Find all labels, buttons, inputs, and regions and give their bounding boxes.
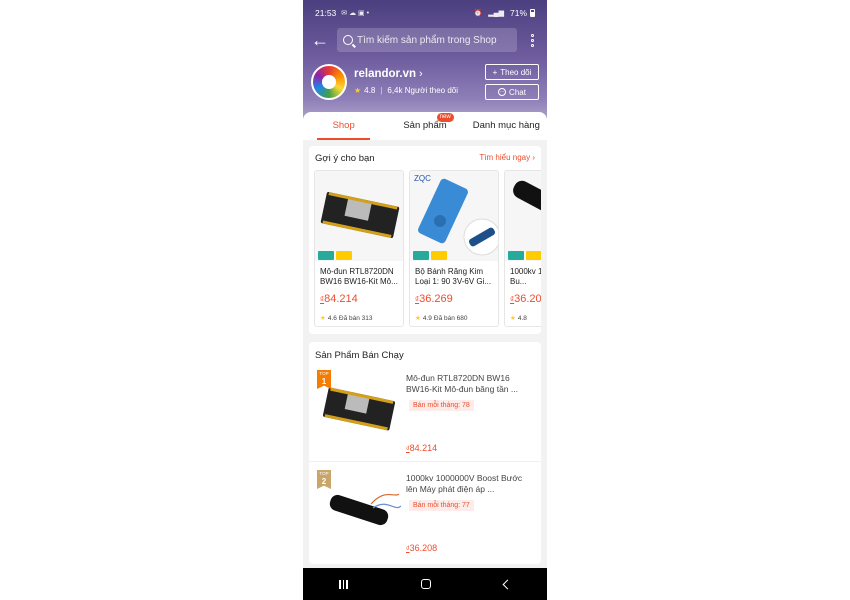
- search-row: ← Tìm kiếm sản phẩm trong Shop: [311, 28, 539, 52]
- product-image: ZQC: [410, 171, 498, 261]
- svg-text:ZQC: ZQC: [414, 174, 431, 183]
- star-icon: ★: [320, 315, 326, 322]
- product-card[interactable]: ZQC Bộ Bánh Răng Kim Loại 1: 90 3V-6V Gi…: [409, 170, 499, 327]
- follow-label: Theo dõi: [500, 67, 532, 77]
- battery-icon: [530, 9, 535, 17]
- status-time: 21:53: [315, 8, 337, 18]
- new-badge: new: [436, 113, 454, 122]
- plus-icon: +: [492, 67, 498, 77]
- shop-info: relandor.vn › ★ 4.8 | 6,4k Người theo dõi…: [311, 64, 539, 102]
- tab-label: Danh mục hàng: [472, 120, 540, 131]
- chat-button[interactable]: ··· Chat: [485, 84, 539, 100]
- best-seller-item[interactable]: TOP 1 Mô-đun RTL8720DN BW16 BW16-Kit Mô-đ…: [309, 368, 541, 464]
- suggestions-title: Gợi ý cho bạn: [315, 153, 375, 164]
- product-name: Mô-đun RTL8720DN BW16 BW16-Kit Mô-đun bă…: [406, 373, 518, 394]
- promo-tags: [318, 251, 352, 260]
- product-image: [505, 171, 541, 261]
- signal-icon: ▂▄▆: [488, 10, 504, 17]
- divider: [309, 461, 541, 462]
- monthly-sold: Bán mỗi tháng: 78: [409, 400, 474, 411]
- chevron-right-icon: ›: [419, 68, 423, 80]
- product-title: 1000kv 1... Boost Bu...: [510, 267, 541, 286]
- chat-icon: ···: [498, 88, 507, 96]
- home-icon[interactable]: [420, 579, 431, 589]
- shop-logo[interactable]: [311, 64, 347, 100]
- notification-icons: ✉ ☁ ▣ •: [341, 10, 370, 17]
- divider: |: [380, 86, 383, 95]
- shop-rating-value: 4.8: [364, 86, 376, 95]
- learn-more-link[interactable]: Tìm hiểu ngay ›: [479, 153, 535, 164]
- more-vertical-icon[interactable]: [525, 33, 539, 47]
- android-nav-bar: [303, 568, 547, 600]
- suggestions-header: Gợi ý cho bạn Tìm hiểu ngay ›: [315, 153, 535, 164]
- product-price: ₫84.214: [320, 293, 358, 305]
- product-image: [315, 171, 403, 261]
- product-meta: ★ 4.9 Đã bán 680: [415, 314, 468, 323]
- back-arrow-icon[interactable]: ←: [311, 31, 333, 49]
- tab-categories[interactable]: Danh mục hàng: [466, 112, 547, 140]
- monthly-sold: Bán mỗi tháng: 77: [409, 500, 474, 511]
- status-bar: 21:53 ✉ ☁ ▣ • ⏰ ▂▄▆ 71%: [315, 6, 535, 20]
- tab-label: Shop: [332, 120, 355, 131]
- best-seller-item[interactable]: TOP 2 1000kv 1000000V Boost Bước lên Máy …: [309, 468, 541, 564]
- suggestion-carousel[interactable]: Mô-đun RTL8720DN BW16 BW16-Kit Mô... ₫84…: [314, 170, 541, 327]
- shop-name: relandor.vn: [354, 68, 416, 80]
- product-meta: ★ 4.6 Đã bán 313: [320, 314, 373, 323]
- best-sellers-title: Sản Phẩm Bán Chạy: [315, 350, 404, 361]
- product-price: ₫84.214: [406, 443, 438, 453]
- best-sellers-section: Sản Phẩm Bán Chạy TOP 1 Mô-đun RTL8720DN …: [309, 342, 541, 564]
- search-icon: [343, 35, 353, 45]
- shop-rating: ★ 4.8 | 6,4k Người theo dõi: [354, 86, 458, 95]
- promo-tags: [413, 251, 447, 260]
- shop-followers: 6,4k Người theo dõi: [387, 86, 459, 95]
- shop-search-input[interactable]: Tìm kiếm sản phẩm trong Shop: [337, 28, 517, 52]
- tab-products[interactable]: Sản phẩm new: [384, 112, 465, 140]
- phone-screen: 21:53 ✉ ☁ ▣ • ⏰ ▂▄▆ 71% ← Tìm kiếm sản p…: [303, 0, 547, 600]
- recent-apps-icon[interactable]: [339, 579, 348, 589]
- tab-shop[interactable]: Shop: [303, 112, 384, 140]
- star-icon: ★: [510, 315, 516, 322]
- suggestions-section: Gợi ý cho bạn Tìm hiểu ngay › Mô-đun RTL…: [309, 146, 541, 334]
- shop-tabs: Shop Sản phẩm new Danh mục hàng: [303, 112, 547, 140]
- chat-label: Chat: [509, 87, 526, 97]
- product-title: Mô-đun RTL8720DN BW16 BW16-Kit Mô...: [320, 267, 398, 286]
- nav-back-icon[interactable]: [502, 579, 513, 589]
- search-placeholder: Tìm kiếm sản phẩm trong Shop: [357, 34, 497, 46]
- product-price: ₫36.20: [510, 293, 541, 305]
- shop-header: 21:53 ✉ ☁ ▣ • ⏰ ▂▄▆ 71% ← Tìm kiếm sản p…: [303, 0, 547, 124]
- star-icon: ★: [354, 86, 362, 95]
- shop-name-link[interactable]: relandor.vn ›: [354, 68, 423, 80]
- product-price: ₫36.208: [406, 543, 438, 553]
- product-card[interactable]: Mô-đun RTL8720DN BW16 BW16-Kit Mô... ₫84…: [314, 170, 404, 327]
- follow-button[interactable]: + Theo dõi: [485, 64, 539, 80]
- product-name: 1000kv 1000000V Boost Bước lên Máy phát …: [406, 473, 523, 494]
- product-price: ₫36.269: [415, 293, 453, 305]
- battery-percent: 71%: [509, 8, 527, 18]
- product-meta: ★ 4.8: [510, 314, 527, 323]
- product-card[interactable]: 1000kv 1... Boost Bu... ₫36.20 ★4.8: [504, 170, 541, 327]
- promo-tags: [508, 251, 541, 260]
- product-title: Bộ Bánh Răng Kim Loại 1: 90 3V-6V Gi...: [415, 267, 492, 286]
- status-right: ⏰ ▂▄▆ 71%: [474, 8, 535, 18]
- star-icon: ★: [415, 315, 421, 322]
- alarm-icon: ⏰: [473, 10, 483, 17]
